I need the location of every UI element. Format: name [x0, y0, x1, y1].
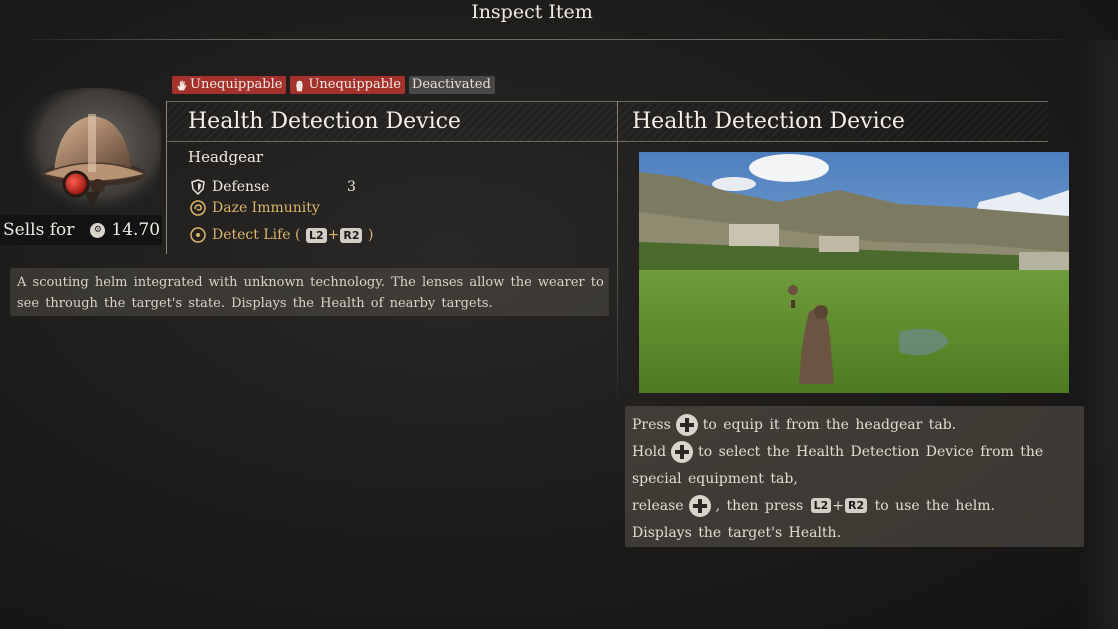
stat-daze-immunity: Daze Immunity	[190, 200, 320, 216]
tip-text: Displays the target's Health.	[632, 524, 842, 541]
preview-title: Health Detection Device	[632, 109, 905, 134]
stat-defense: Defense 3	[190, 179, 356, 195]
badge-label: Deactivated	[411, 77, 491, 92]
panel-divider	[617, 101, 618, 397]
tip-text: release	[632, 497, 684, 514]
stat-defense-value: 3	[347, 179, 356, 195]
tip-line-equip: Press to equip it from the headgear tab.	[632, 411, 1084, 438]
l2-key-icon: L2	[810, 498, 832, 513]
tip-line-displays: Displays the target's Health.	[632, 519, 1084, 546]
dpad-button-icon	[671, 440, 694, 463]
badge-label: Unequippable	[308, 77, 401, 92]
item-info-panel: Health Detection Device Headgear Defense…	[166, 101, 618, 254]
r2-key-icon: R2	[845, 498, 868, 513]
side-edge-shading	[1078, 40, 1118, 629]
helmet-icon	[20, 87, 162, 213]
tip-text: to equip it from the headgear tab.	[702, 416, 957, 433]
shield-icon	[191, 179, 205, 195]
hand-icon	[177, 80, 187, 90]
title-divider	[28, 39, 1064, 40]
stat-detect-label: Detect Life (	[212, 227, 301, 243]
stat-detect-close: )	[367, 227, 374, 243]
sell-price: Sells for ⚙ 14.70	[0, 215, 162, 245]
swirl-icon	[190, 200, 206, 216]
item-type: Headgear	[188, 148, 264, 166]
item-description: A scouting helm integrated with unknown …	[10, 268, 609, 316]
plus-sign: +	[327, 227, 340, 243]
sell-value: 14.70	[111, 220, 161, 240]
badge-label: Unequippable	[190, 77, 283, 92]
item-header: Health Detection Device	[167, 102, 618, 142]
stat-daze-label: Daze Immunity	[212, 200, 320, 216]
l2-key-icon: L2	[305, 227, 327, 243]
tip-text: , then press	[715, 497, 804, 514]
preview-header: Health Detection Device	[618, 101, 1048, 142]
item-name: Health Detection Device	[188, 109, 461, 134]
status-badge-deactivated: Deactivated	[408, 76, 495, 94]
dpad-button-icon	[688, 494, 711, 517]
status-badges: Unequippable Unequippable Deactivated	[172, 76, 495, 94]
page-title: Inspect Item	[471, 1, 593, 23]
landscape-illustration	[639, 152, 1069, 393]
controls-help: Press to equip it from the headgear tab.…	[625, 406, 1084, 547]
item-portrait	[14, 82, 164, 218]
sell-label: Sells for	[3, 220, 75, 240]
target-icon	[190, 227, 206, 243]
tip-text: to use the helm.	[874, 497, 995, 514]
status-badge-unequippable-1: Unequippable	[172, 76, 287, 94]
plus-sign: +	[832, 497, 845, 514]
glove-icon	[296, 80, 304, 91]
stat-defense-label: Defense	[212, 179, 270, 195]
preview-image	[639, 152, 1069, 393]
r2-key-icon: R2	[340, 227, 363, 243]
tip-line-select: Hold to select the Health Detection Devi…	[632, 438, 1084, 465]
coin-icon: ⚙	[90, 222, 106, 238]
tip-text: to select the Health Detection Device fr…	[698, 443, 1044, 460]
status-badge-unequippable-2: Unequippable	[290, 76, 405, 94]
stat-detect-life: Detect Life ( L2 + R2 )	[190, 227, 373, 243]
dpad-button-icon	[675, 413, 698, 436]
tip-text: Hold	[632, 443, 667, 460]
tip-line-release: release , then press L2 + R2 to use the …	[632, 492, 1084, 519]
tip-line-special: special equipment tab,	[632, 465, 1084, 492]
tip-text: Press	[632, 416, 671, 433]
tip-text: special equipment tab,	[632, 470, 798, 487]
